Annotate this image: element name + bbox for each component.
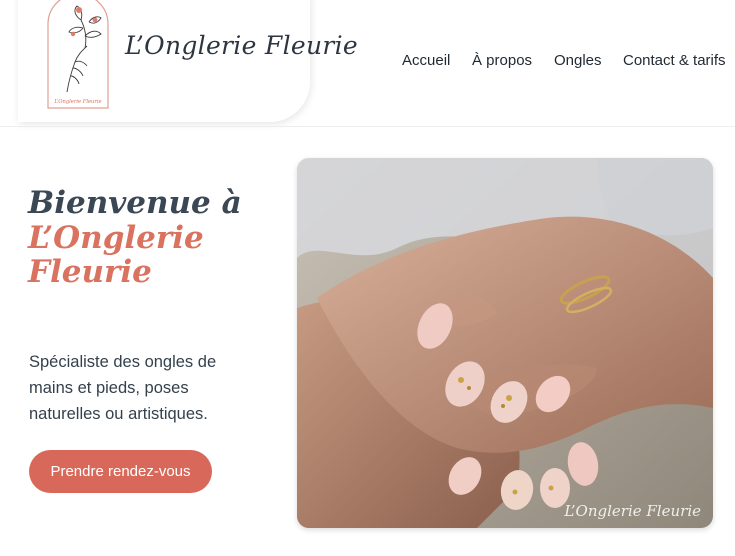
- hero-title-line3: Fleurie: [28, 254, 152, 291]
- hero-title-line1: Bienvenue à: [28, 185, 242, 221]
- logo-caption: L’Onglerie Fleurie: [53, 99, 101, 105]
- flower-hand-logo-icon[interactable]: L’Onglerie Fleurie: [45, 0, 111, 110]
- nav-link-a-propos[interactable]: À propos: [472, 52, 532, 69]
- book-appointment-button[interactable]: Prendre rendez-vous: [29, 450, 212, 493]
- hero-title-line2: L’Onglerie: [28, 219, 204, 256]
- brand-card[interactable]: L’Onglerie Fleurie L’Onglerie Fleurie: [18, 0, 358, 122]
- hero-description: Spécialiste des ongles de mains et pieds…: [29, 353, 217, 423]
- header-divider: [0, 126, 735, 127]
- nav-link-accueil[interactable]: Accueil: [402, 52, 450, 69]
- hero-title: Bienvenue à L’Onglerie Fleurie: [28, 186, 242, 290]
- hero-photo-hands: L’Onglerie Fleurie: [297, 158, 713, 528]
- site-header: L’Onglerie Fleurie L’Onglerie Fleurie Ac…: [0, 0, 735, 126]
- brand-name[interactable]: L’Onglerie Fleurie: [125, 31, 358, 60]
- photo-watermark: L’Onglerie Fleurie: [564, 502, 701, 520]
- nav-link-ongles[interactable]: Ongles: [554, 52, 602, 69]
- nav-link-contact-tarifs[interactable]: Contact & tarifs: [623, 52, 726, 69]
